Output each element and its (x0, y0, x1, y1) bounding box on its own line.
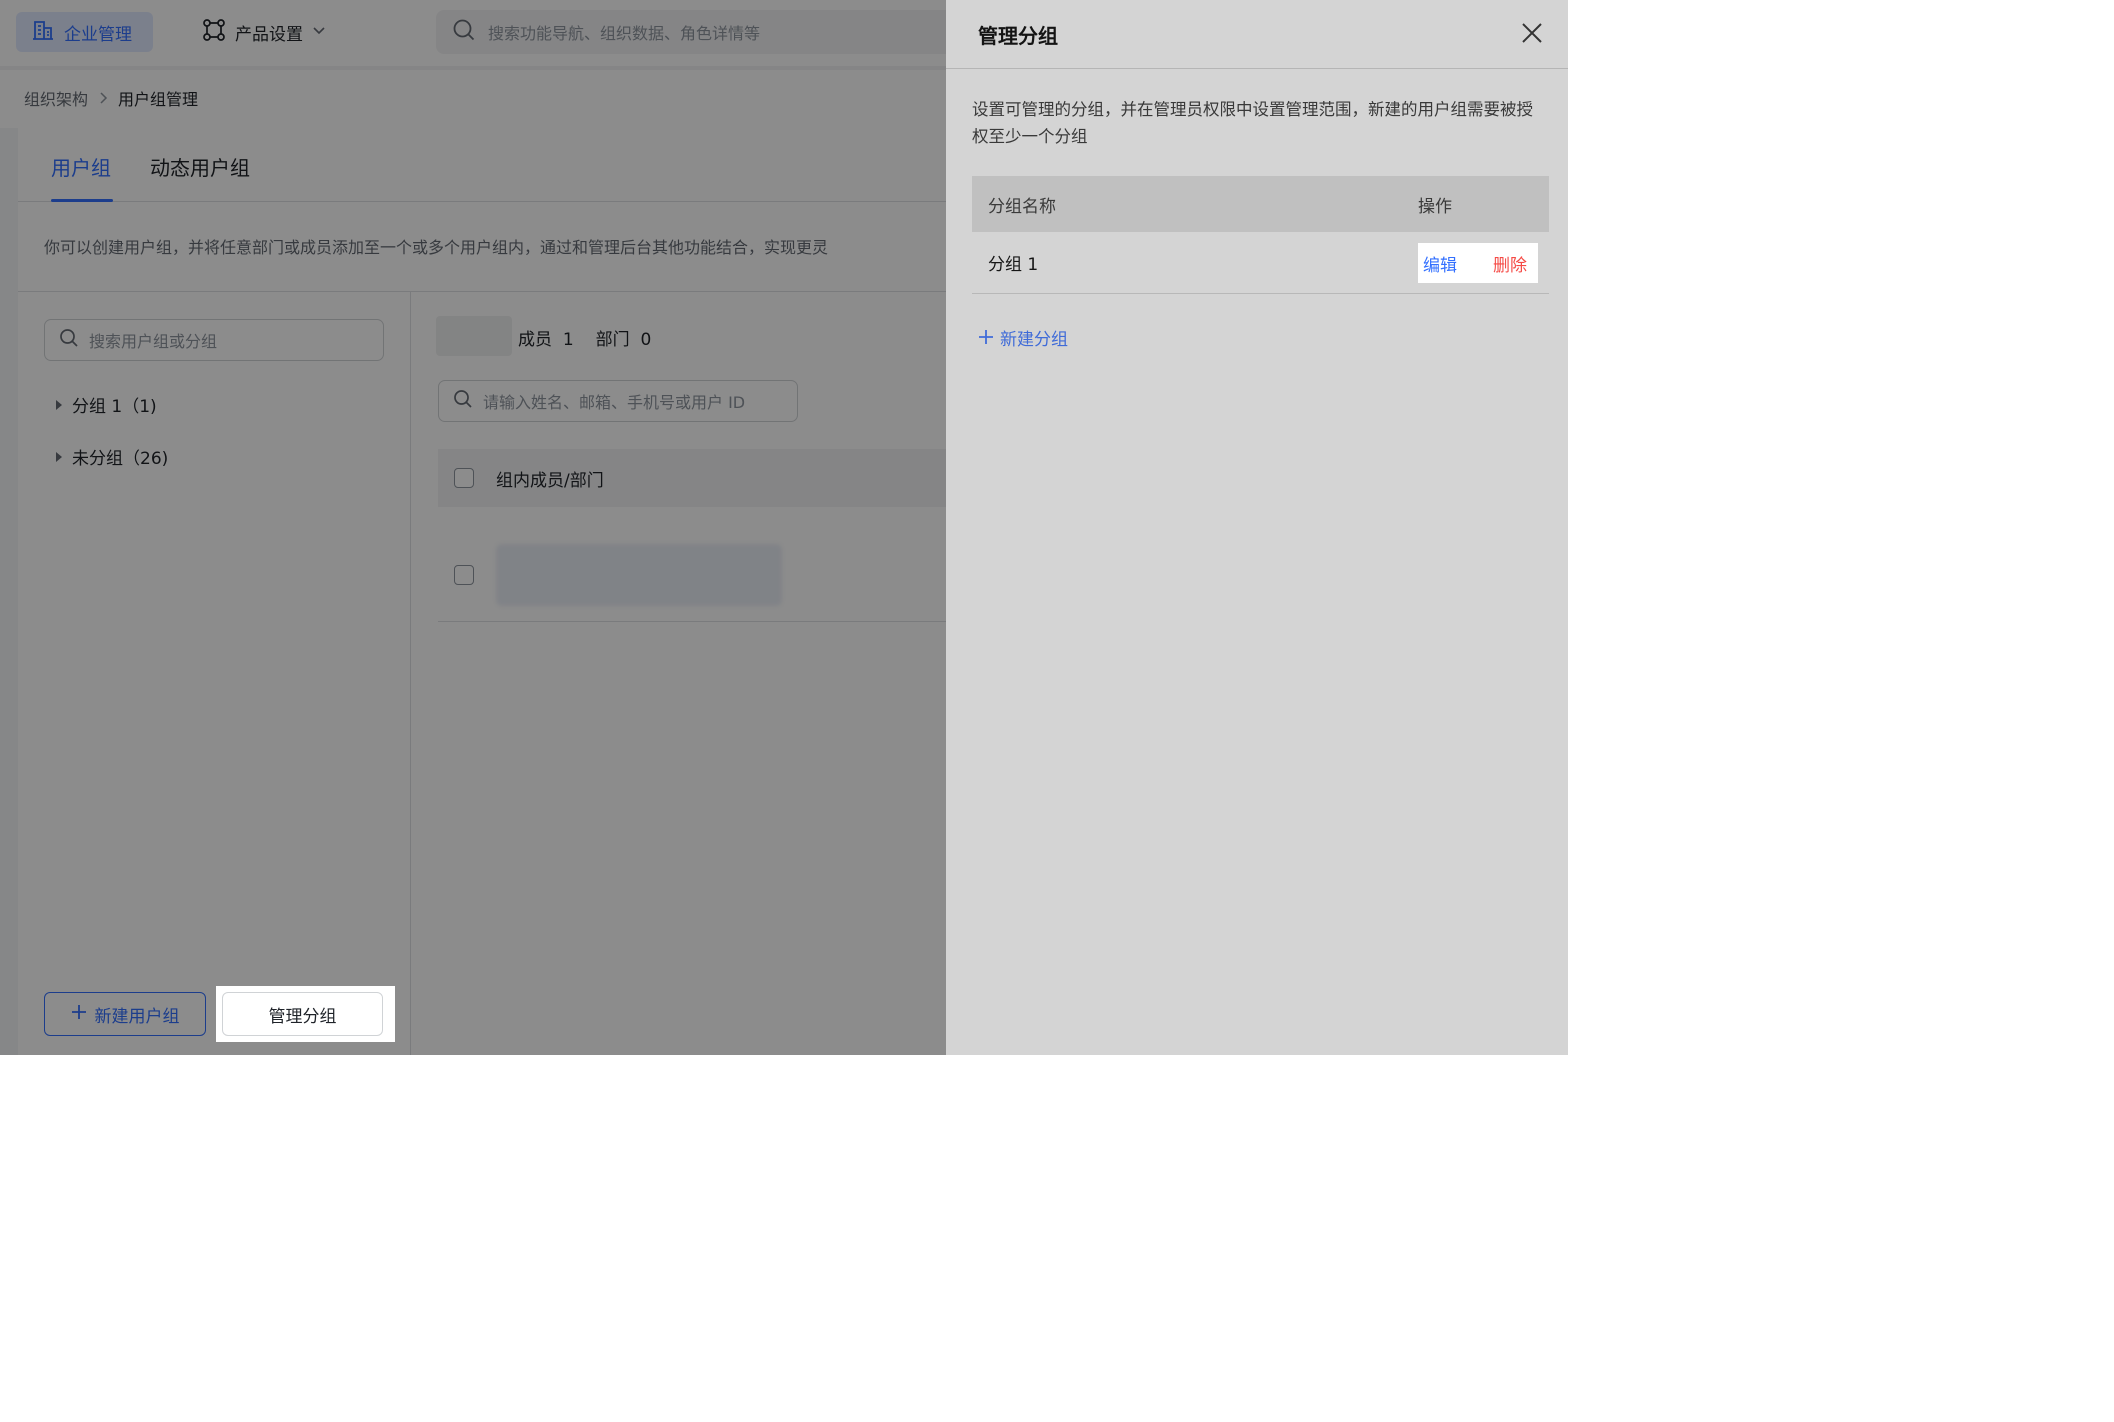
group-name-cell: 分组 1 (988, 255, 1039, 275)
delete-link[interactable]: 删除 (1493, 251, 1527, 276)
column-group-name: 分组名称 (988, 196, 1056, 217)
groups-table-header: 分组名称 操作 (972, 176, 1549, 232)
table-row: 分组 1 编辑 删除 (972, 232, 1549, 294)
modal-mask[interactable] (0, 0, 946, 1055)
manage-groups-label: 管理分组 (268, 1006, 337, 1027)
page: 企业管理 产品设置 搜索功能导航、组织数据、角色详情等 组织架构 用户组管理 用… (0, 0, 1568, 1055)
column-actions: 操作 (1418, 196, 1452, 217)
drawer-description: 设置可管理的分组，并在管理员权限中设置管理范围，新建的用户组需要被授权至少一个分… (972, 100, 1533, 146)
plus-icon (978, 328, 994, 348)
drawer-title: 管理分组 (978, 24, 1058, 48)
manage-groups-button[interactable]: 管理分组 (222, 992, 383, 1036)
drawer-header: 管理分组 (946, 0, 1568, 69)
add-group-link[interactable]: 新建分组 (978, 325, 1068, 350)
close-icon[interactable] (1520, 21, 1544, 45)
row-actions: 编辑 删除 (1418, 243, 1538, 283)
manage-groups-drawer: 管理分组 设置可管理的分组，并在管理员权限中设置管理范围，新建的用户组需要被授权… (946, 0, 1568, 1055)
edit-link[interactable]: 编辑 (1423, 251, 1457, 276)
add-group-label: 新建分组 (1000, 330, 1068, 350)
